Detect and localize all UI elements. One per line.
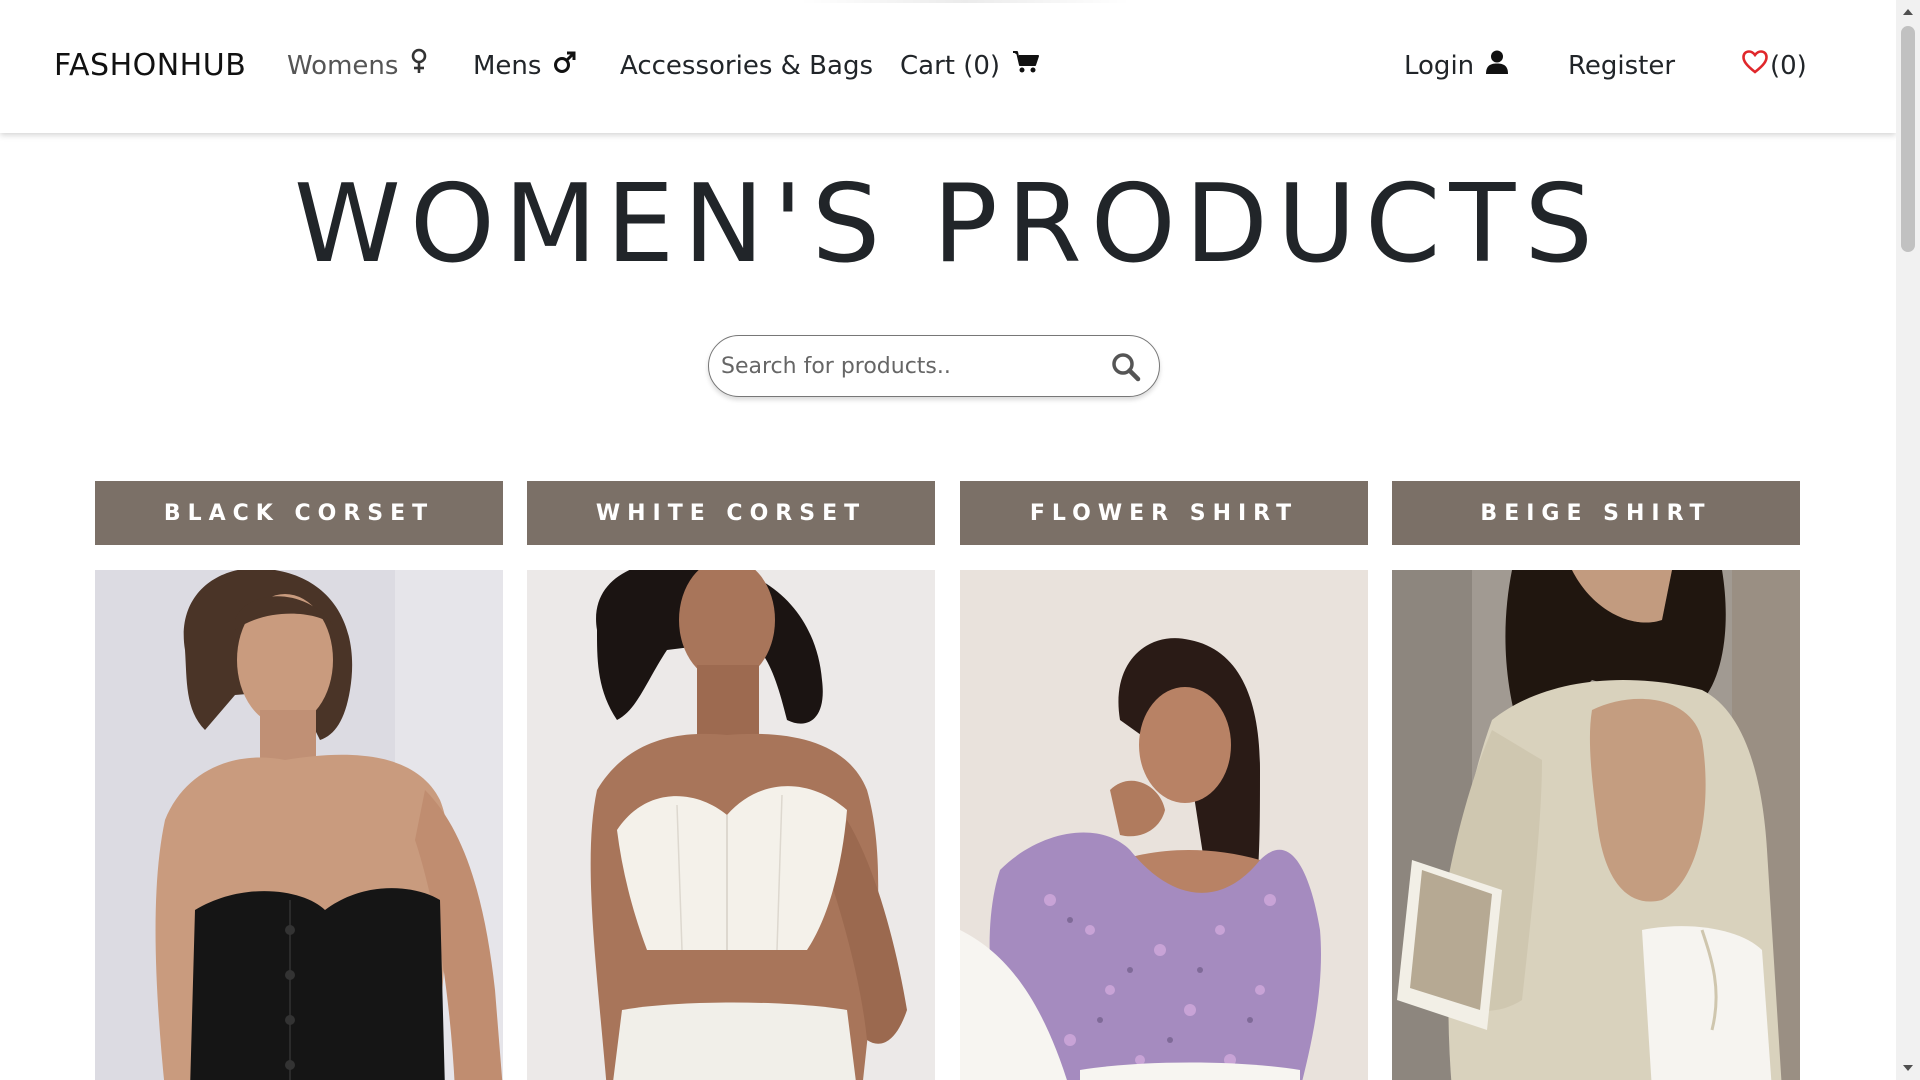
nav-wishlist-link[interactable]: (0) <box>1742 48 1807 84</box>
brand-label: FASHONHUB <box>54 48 247 83</box>
product-card[interactable]: WHITE CORSET <box>527 481 935 1080</box>
nav-cart-link[interactable]: Cart (0) <box>900 48 1040 84</box>
brand-logo[interactable]: FASHONHUB <box>54 48 246 84</box>
search-icon <box>1111 353 1141 386</box>
product-image[interactable] <box>95 570 503 1080</box>
product-title[interactable]: BEIGE SHIRT <box>1392 481 1800 545</box>
scroll-down-arrow-icon[interactable] <box>1896 1058 1920 1078</box>
product-title[interactable]: WHITE CORSET <box>527 481 935 545</box>
female-symbol-icon <box>410 48 428 84</box>
product-title[interactable]: FLOWER SHIRT <box>960 481 1368 545</box>
nav-login-label: Login <box>1404 51 1475 81</box>
nav-womens-label: Womens <box>287 51 399 81</box>
product-card[interactable]: BLACK CORSET <box>95 481 503 1080</box>
nav-accessories-label: Accessories & Bags <box>620 51 873 81</box>
nav-register-link[interactable]: Register <box>1568 48 1675 84</box>
nav-womens-link[interactable]: Womens <box>287 48 428 84</box>
scrollbar-thumb[interactable] <box>1901 26 1915 252</box>
search-input[interactable] <box>721 346 1091 386</box>
heart-icon <box>1742 48 1768 84</box>
page-title: WOMEN'S PRODUCTS <box>294 162 1602 287</box>
search-button[interactable] <box>1111 352 1141 382</box>
nav-login-link[interactable]: Login <box>1404 48 1509 84</box>
product-title[interactable]: BLACK CORSET <box>95 481 503 545</box>
shopping-cart-icon <box>1012 48 1040 84</box>
product-card[interactable]: FLOWER SHIRT <box>960 481 1368 1080</box>
nav-accessories-link[interactable]: Accessories & Bags <box>620 48 873 84</box>
male-symbol-icon <box>553 48 577 84</box>
product-image[interactable] <box>1392 570 1800 1080</box>
scroll-up-arrow-icon[interactable] <box>1896 2 1920 22</box>
nav-mens-link[interactable]: Mens <box>473 48 577 84</box>
nav-cart-label: Cart (0) <box>900 51 1001 81</box>
product-image[interactable] <box>960 570 1368 1080</box>
nav-register-label: Register <box>1568 51 1676 81</box>
search-bar <box>708 335 1160 397</box>
navbar: FASHONHUB Womens Mens Accessories & Bags… <box>0 0 1896 133</box>
top-edge-highlight <box>800 0 1130 3</box>
page-scrollbar[interactable] <box>1896 0 1920 1080</box>
nav-mens-label: Mens <box>473 51 542 81</box>
product-card[interactable]: BEIGE SHIRT <box>1392 481 1800 1080</box>
wishlist-count: (0) <box>1770 51 1807 81</box>
product-image[interactable] <box>527 570 935 1080</box>
user-icon <box>1486 48 1509 84</box>
